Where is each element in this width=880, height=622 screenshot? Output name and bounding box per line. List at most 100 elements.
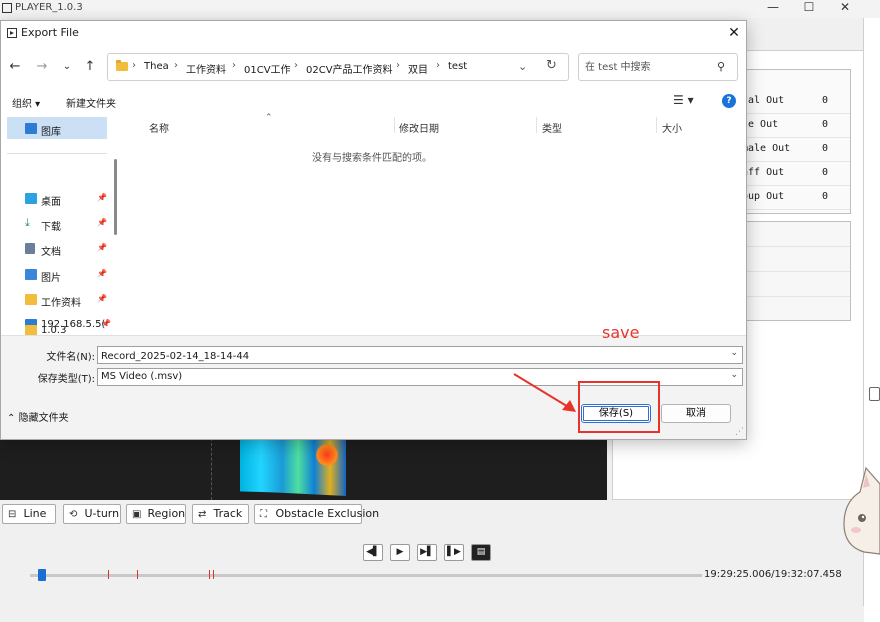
export-file-dialog: Export File ✕ ← → ⌄ ↑ › Thea › 工作资料 › 01… [0, 20, 747, 440]
refresh-icon[interactable]: ↻ [546, 58, 557, 73]
nav-item-desktop[interactable]: 桌面 📌 [25, 191, 109, 209]
stats-value: 0 [822, 167, 829, 178]
navigation-row: ← → ⌄ ↑ › Thea › 工作资料 › 01CV工作 › 02CV产品工… [1, 49, 746, 85]
search-box[interactable]: ⚲ [578, 53, 738, 81]
address-bar[interactable]: › Thea › 工作资料 › 01CV工作 › 02CV产品工作资料 › 双目… [107, 53, 569, 81]
nav-item-1-0-3[interactable]: 1.0.3 [25, 323, 109, 335]
obstacle-icon: ⛶ [260, 509, 267, 520]
breadcrumb-01cv[interactable]: 01CV工作 [244, 61, 291, 76]
chevron-right-icon: › [396, 60, 400, 71]
pin-icon[interactable]: 📌 [97, 269, 107, 278]
search-input[interactable] [585, 59, 715, 75]
tool-track-button[interactable]: ⇄ Track [192, 504, 249, 524]
track-icon: ⇄ [198, 509, 207, 520]
line-icon: ⊟ [8, 509, 17, 520]
help-icon[interactable]: ? [722, 94, 736, 108]
recent-chevron-icon[interactable]: ⌄ [57, 57, 77, 77]
new-folder-button[interactable]: 新建文件夹 [66, 95, 116, 110]
chevron-up-icon: ⌃ [7, 413, 16, 424]
skip-back-button[interactable]: ◀▌ [363, 544, 383, 561]
timeline-marker [213, 570, 214, 579]
filename-input[interactable] [101, 349, 701, 363]
cat-mascot-icon [843, 466, 880, 555]
document-icon [25, 243, 35, 254]
tool-obstacle-exclusion-button[interactable]: ⛶ Obstacle Exclusion [254, 504, 379, 524]
pin-icon[interactable]: 📌 [97, 243, 107, 252]
chevron-down-icon[interactable]: ⌄ [730, 348, 738, 358]
filename-label: 文件名(N): [46, 352, 95, 363]
annotation-highlight-box [578, 381, 660, 433]
column-header-type[interactable]: 类型 [542, 120, 562, 135]
chevron-right-icon: › [174, 60, 178, 71]
chevron-down-icon[interactable]: ⌄ [730, 370, 738, 380]
region-icon: ▣ [132, 509, 142, 520]
hide-folders-toggle[interactable]: ⌃ 隐藏文件夹 [7, 409, 69, 424]
time-readout: 19:29:25.006/19:32:07.458 [704, 569, 842, 580]
breadcrumb-test[interactable]: test [448, 61, 467, 72]
stats-label: oup Out [742, 191, 785, 202]
tool-uturn-button[interactable]: ⟲ U-turn [63, 504, 121, 524]
chevron-right-icon: › [132, 60, 136, 71]
folder-icon [25, 294, 37, 305]
dialog-close-button[interactable]: ✕ [725, 24, 743, 42]
snapshot-button[interactable]: ▤ [471, 544, 491, 561]
download-icon: ⤓ [25, 216, 30, 229]
breadcrumb-binocular[interactable]: 双目 [408, 61, 428, 76]
column-header-name[interactable]: 名称 [149, 120, 169, 135]
pin-icon[interactable]: 📌 [97, 193, 107, 202]
column-header-size[interactable]: 大小 [662, 120, 682, 135]
back-arrow-icon[interactable]: ← [5, 57, 25, 77]
export-icon [7, 28, 17, 38]
cancel-button[interactable]: 取消 [661, 404, 731, 423]
search-icon[interactable]: ⚲ [717, 60, 725, 73]
nav-item-documents[interactable]: 文档 📌 [25, 241, 109, 259]
breadcrumb-thea[interactable]: Thea [144, 61, 169, 72]
nav-divider [7, 153, 107, 154]
command-bar: 组织 ▾ 新建文件夹 ☰ ▾ ? [1, 91, 746, 113]
chevron-right-icon: › [436, 60, 440, 71]
app-icon [2, 3, 12, 13]
stats-value: 0 [822, 191, 829, 202]
up-arrow-icon[interactable]: ↑ [80, 57, 100, 77]
forward-arrow-icon[interactable]: → [32, 57, 52, 77]
nav-item-downloads[interactable]: ⤓ 下载 📌 [25, 216, 109, 234]
chat-icon[interactable] [869, 387, 880, 401]
pin-icon[interactable]: 📌 [97, 218, 107, 227]
pin-icon[interactable]: 📌 [97, 294, 107, 303]
nav-item-pictures[interactable]: 图片 📌 [25, 267, 109, 285]
desktop-icon [25, 193, 37, 204]
breadcrumb-work-docs[interactable]: 工作资料 [186, 61, 226, 76]
timeline-track[interactable] [30, 574, 702, 577]
video-viewport[interactable] [0, 438, 607, 500]
nav-item-gallery[interactable]: 图库 [25, 121, 109, 139]
depth-hotspot [316, 444, 338, 466]
nav-scrollbar[interactable] [114, 159, 117, 235]
stats-label: le Out [742, 119, 779, 130]
column-header-modified[interactable]: 修改日期 [399, 120, 439, 135]
breadcrumb-02cv[interactable]: 02CV产品工作资料 [306, 61, 393, 76]
chevron-right-icon: › [294, 60, 298, 71]
folder-icon [116, 60, 128, 71]
chevron-right-icon: › [232, 60, 236, 71]
tool-region-button[interactable]: ▣ Region [126, 504, 186, 524]
filetype-label: 保存类型(T): [37, 374, 95, 385]
file-list[interactable]: ⌃ 名称 修改日期 类型 大小 没有与搜索条件匹配的项。 [122, 113, 746, 335]
timeline-marker [209, 570, 210, 579]
organize-menu[interactable]: 组织 ▾ [12, 95, 40, 110]
gallery-icon [25, 123, 37, 134]
column-separator [394, 117, 395, 133]
nav-item-work-docs[interactable]: 工作资料 📌 [25, 292, 109, 310]
maximize-button[interactable]: ☐ [794, 0, 824, 16]
timeline-handle[interactable] [38, 569, 47, 581]
app-close-button[interactable]: ✕ [830, 0, 860, 16]
skip-forward-button[interactable]: ▌▶ [444, 544, 464, 561]
view-options-icon[interactable]: ☰ ▾ [673, 93, 694, 107]
tool-line-button[interactable]: ⊟ Line [2, 504, 56, 524]
chevron-down-icon[interactable]: ⌄ [518, 60, 527, 73]
stats-label: male Out [742, 143, 791, 154]
play-button[interactable]: ▶ [390, 544, 410, 561]
minimize-button[interactable]: — [758, 0, 788, 16]
filename-combobox[interactable]: ⌄ [97, 346, 743, 364]
resize-grip-icon[interactable]: ⋰ [735, 427, 744, 437]
step-forward-button[interactable]: ▶▌ [417, 544, 437, 561]
